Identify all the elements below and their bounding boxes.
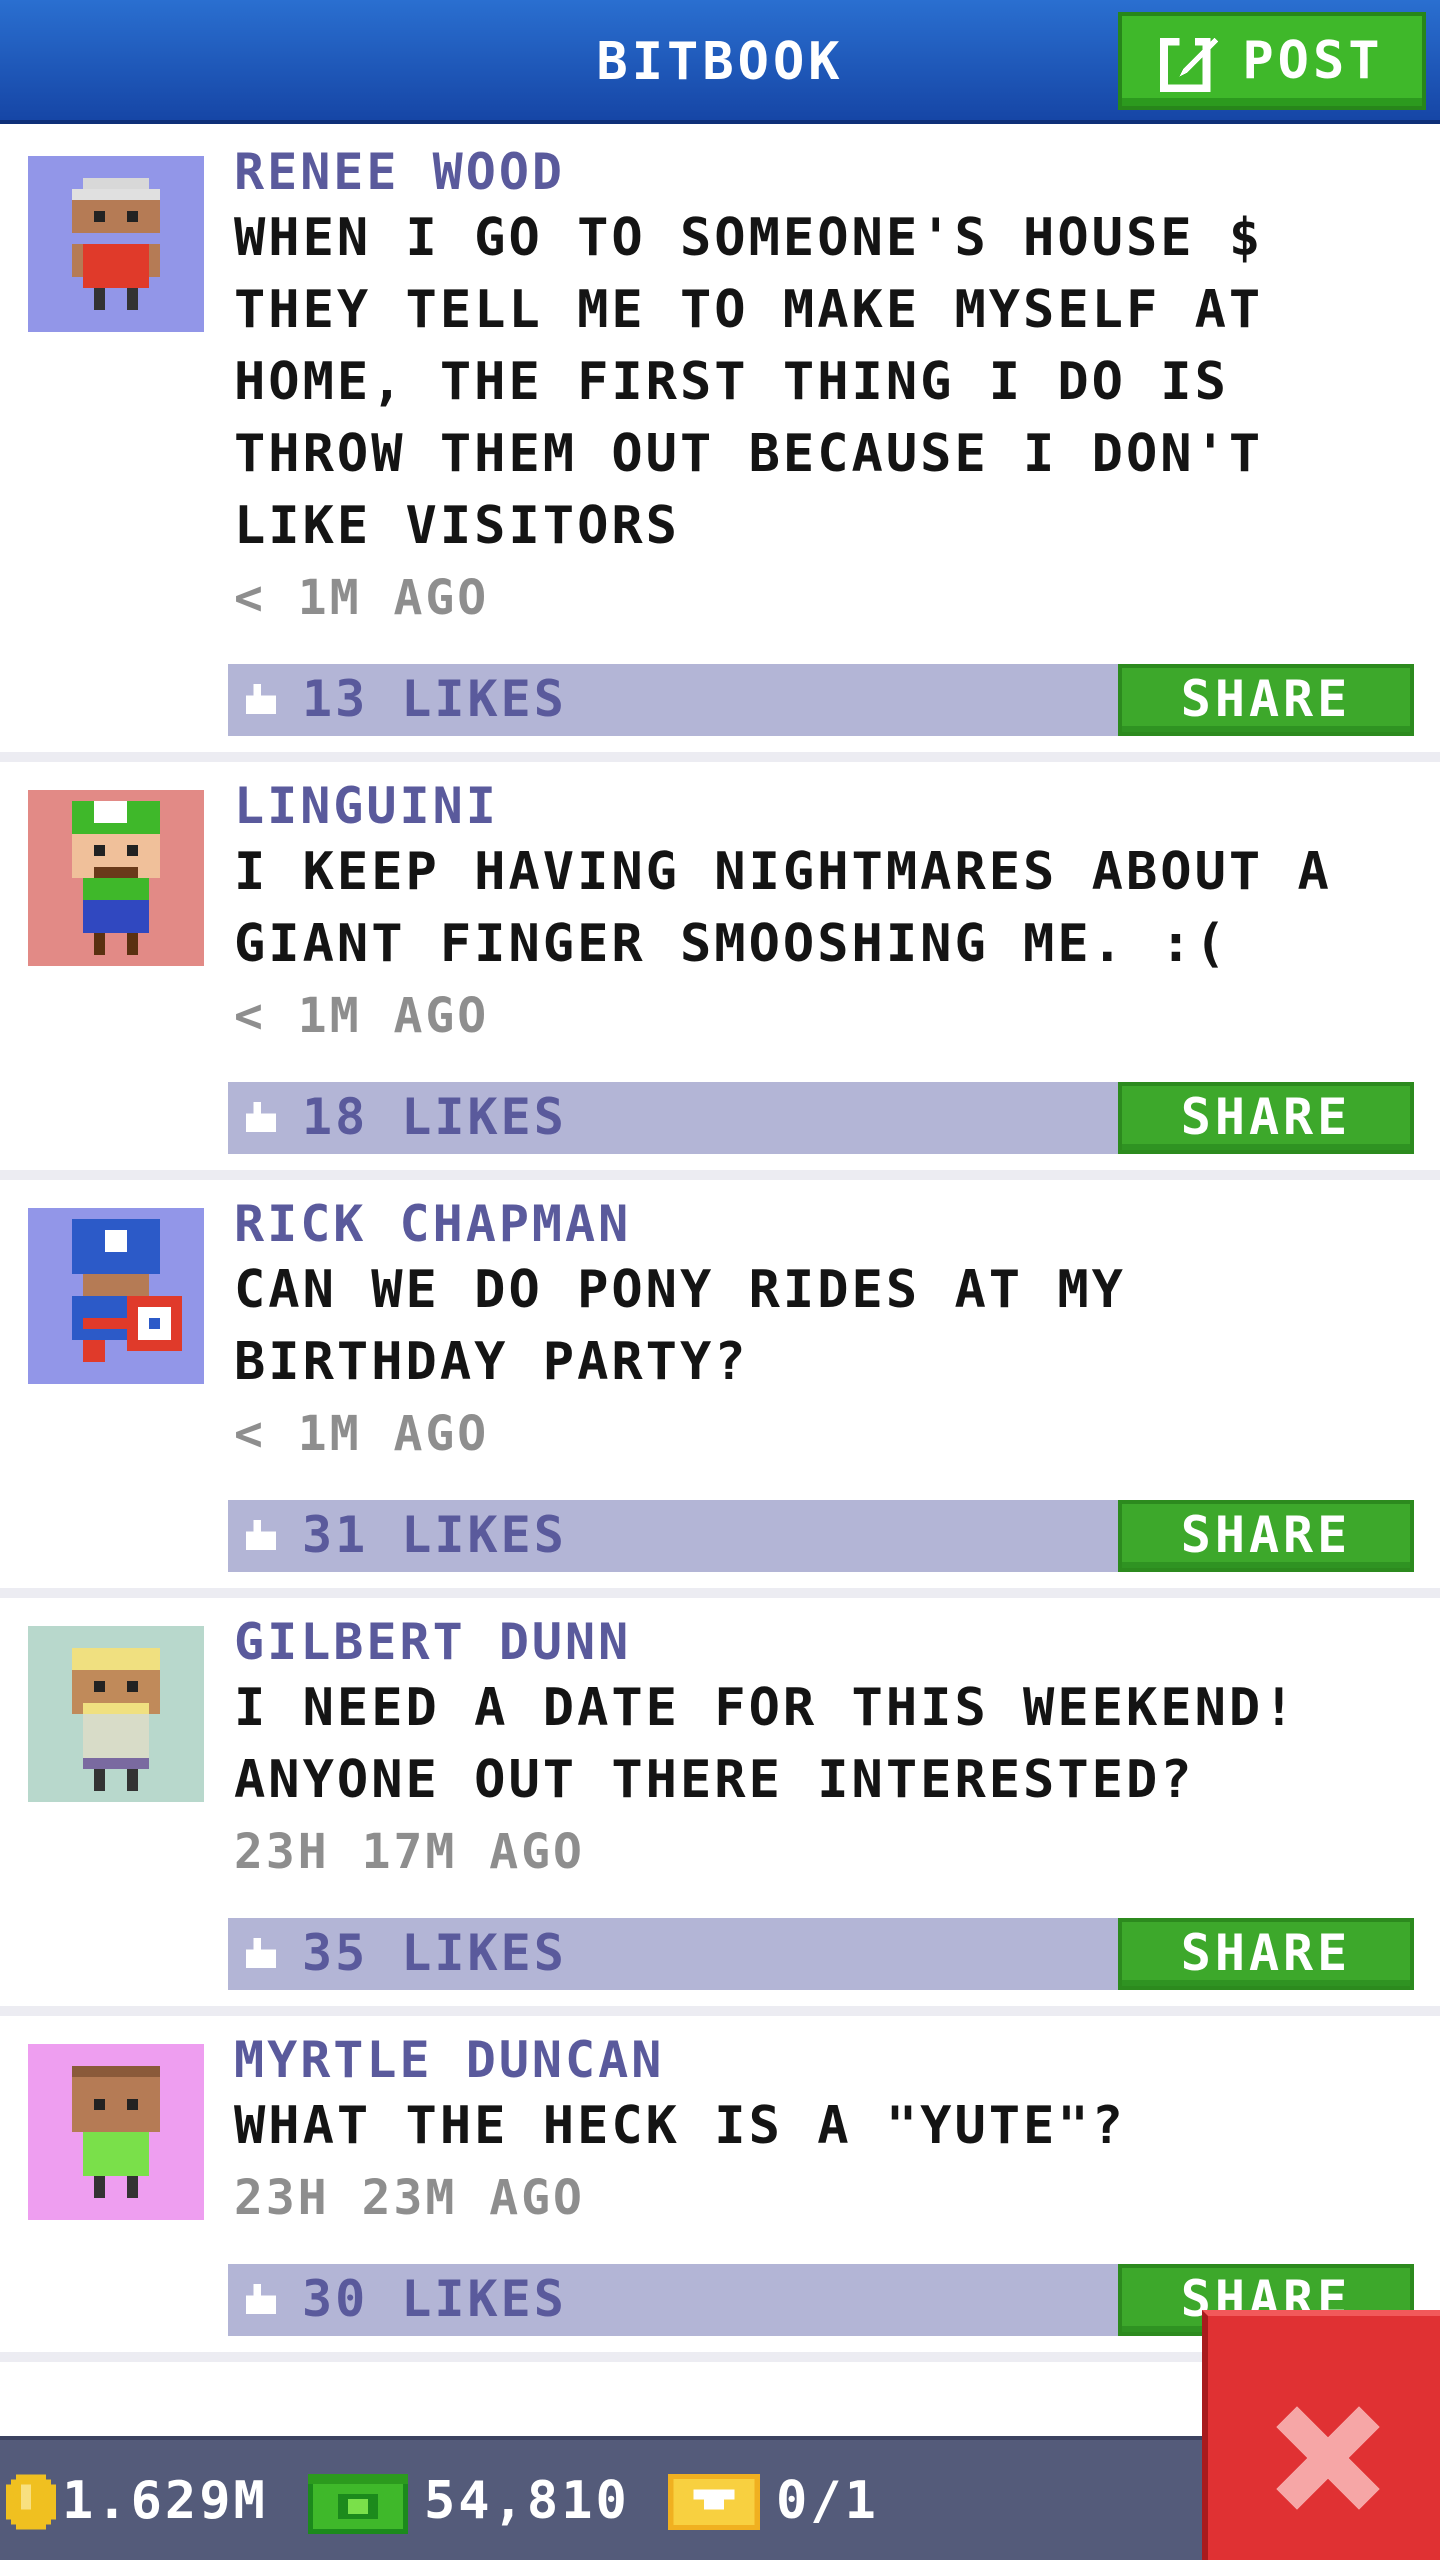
ticket-icon xyxy=(668,2474,760,2530)
post-text: WHEN I GO TO SOMEONE'S HOUSE $ THEY TELL… xyxy=(234,208,1264,556)
feed-post: LINGUINI I KEEP HAVING NIGHTMARES ABOUT … xyxy=(0,762,1440,1180)
post-author: RICK CHAPMAN xyxy=(234,1195,632,1253)
share-button[interactable]: SHARE xyxy=(1118,1082,1414,1154)
like-bar: 18 LIKES SHARE xyxy=(228,1082,1414,1154)
like-icon[interactable] xyxy=(242,1938,280,1972)
like-count: 18 LIKES xyxy=(302,1088,567,1146)
share-button[interactable]: SHARE xyxy=(1118,1918,1414,1990)
post-author: GILBERT DUNN xyxy=(234,1613,632,1671)
like-icon[interactable] xyxy=(242,1520,280,1554)
like-icon[interactable] xyxy=(242,2284,280,2318)
app-header: BITBOOK POST xyxy=(0,0,1440,124)
post-author: MYRTLE DUNCAN xyxy=(234,2031,665,2089)
like-bar: 13 LIKES SHARE xyxy=(228,664,1414,736)
post-button[interactable]: POST xyxy=(1118,12,1426,110)
coins-value: 1.629M xyxy=(62,2471,268,2531)
avatar[interactable] xyxy=(28,156,204,332)
post-time: < 1M AGO xyxy=(234,1406,490,1462)
avatar[interactable] xyxy=(28,1626,204,1802)
feed-post: RENEE WOOD WHEN I GO TO SOMEONE'S HOUSE … xyxy=(0,128,1440,762)
avatar[interactable] xyxy=(28,2044,204,2220)
post-author: LINGUINI xyxy=(234,777,499,835)
post-text: I KEEP HAVING NIGHTMARES ABOUT A GIANT F… xyxy=(234,842,1332,974)
like-count: 13 LIKES xyxy=(302,670,567,728)
feed-list: RENEE WOOD WHEN I GO TO SOMEONE'S HOUSE … xyxy=(0,128,1440,2362)
close-button[interactable] xyxy=(1202,2310,1440,2560)
post-text: I NEED A DATE FOR THIS WEEKEND! ANYONE O… xyxy=(234,1678,1298,1810)
like-bar: 35 LIKES SHARE xyxy=(228,1918,1414,1990)
like-icon[interactable] xyxy=(242,684,280,718)
post-time: 23H 23M AGO xyxy=(234,2170,585,2226)
post-text: WHAT THE HECK IS A "YUTE"? xyxy=(234,2096,1126,2156)
post-time: 23H 17M AGO xyxy=(234,1824,585,1880)
like-count: 35 LIKES xyxy=(302,1924,567,1982)
coin-icon xyxy=(6,2474,56,2530)
close-icon xyxy=(1276,2406,1380,2510)
tickets-value: 0/1 xyxy=(776,2471,879,2531)
share-button[interactable]: SHARE xyxy=(1118,1500,1414,1572)
post-time: < 1M AGO xyxy=(234,988,490,1044)
avatar[interactable] xyxy=(28,790,204,966)
avatar[interactable] xyxy=(28,1208,204,1384)
post-time: < 1M AGO xyxy=(234,570,490,626)
feed-post: RICK CHAPMAN CAN WE DO PONY RIDES AT MY … xyxy=(0,1180,1440,1598)
post-author: RENEE WOOD xyxy=(234,143,566,201)
share-button[interactable]: SHARE xyxy=(1118,664,1414,736)
feed-post: GILBERT DUNN I NEED A DATE FOR THIS WEEK… xyxy=(0,1598,1440,2016)
like-bar: 31 LIKES SHARE xyxy=(228,1500,1414,1572)
like-count: 31 LIKES xyxy=(302,1506,567,1564)
post-edit-icon xyxy=(1160,33,1219,92)
like-count: 30 LIKES xyxy=(302,2270,567,2328)
post-text: CAN WE DO PONY RIDES AT MY BIRTHDAY PART… xyxy=(234,1260,1126,1392)
like-icon[interactable] xyxy=(242,1102,280,1136)
post-button-label: POST xyxy=(1242,31,1384,91)
bux-icon xyxy=(308,2474,408,2534)
bux-value: 54,810 xyxy=(424,2471,630,2531)
